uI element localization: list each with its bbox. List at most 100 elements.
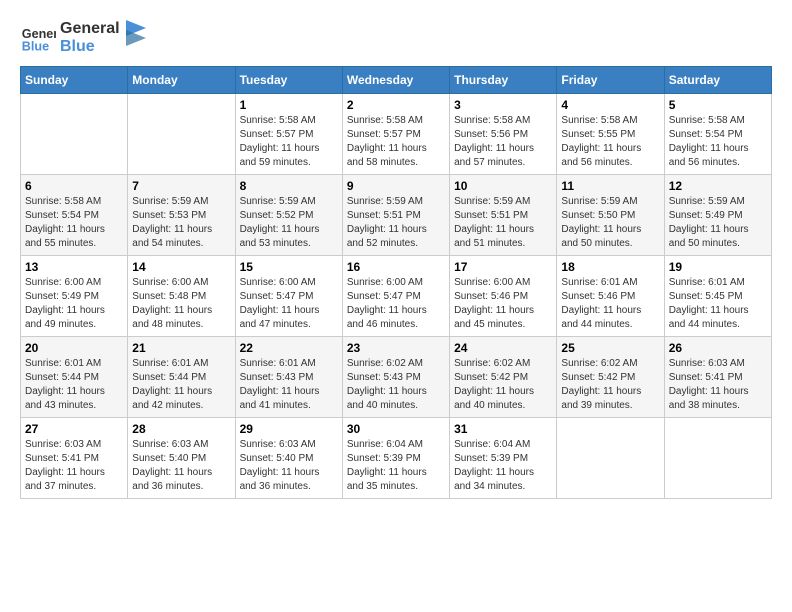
day-info: Sunrise: 6:01 AM Sunset: 5:43 PM Dayligh… — [240, 357, 338, 413]
day-info: Sunrise: 6:03 AM Sunset: 5:41 PM Dayligh… — [25, 438, 123, 494]
day-cell — [664, 418, 771, 499]
day-cell: 7 Sunrise: 5:59 AM Sunset: 5:53 PM Daylig… — [128, 175, 235, 256]
day-info: Sunrise: 5:59 AM Sunset: 5:50 PM Dayligh… — [561, 195, 659, 251]
day-info: Sunrise: 6:01 AM Sunset: 5:46 PM Dayligh… — [561, 276, 659, 332]
day-number: 31 — [454, 422, 552, 436]
day-info: Sunrise: 6:04 AM Sunset: 5:39 PM Dayligh… — [347, 438, 445, 494]
logo: General Blue General Blue — [20, 20, 146, 56]
weekday-header-tuesday: Tuesday — [235, 67, 342, 94]
day-number: 10 — [454, 179, 552, 193]
day-cell: 26Sunrise: 6:03 AM Sunset: 5:41 PM Dayli… — [664, 337, 771, 418]
day-number: 1 — [240, 98, 338, 112]
day-number: 30 — [347, 422, 445, 436]
day-cell: 18 Sunrise: 6:01 AM Sunset: 5:46 PM Dayli… — [557, 256, 664, 337]
week-row-3: 20Sunrise: 6:01 AM Sunset: 5:44 PM Dayli… — [21, 337, 772, 418]
day-number: 22 — [240, 341, 338, 355]
day-info: Sunrise: 5:59 AM Sunset: 5:52 PM Dayligh… — [240, 195, 338, 251]
day-info: Sunrise: 5:58 AM Sunset: 5:54 PM Dayligh… — [25, 195, 123, 251]
day-info: Sunrise: 6:00 AM Sunset: 5:46 PM Dayligh… — [454, 276, 552, 332]
weekday-header-row: SundayMondayTuesdayWednesdayThursdayFrid… — [21, 67, 772, 94]
weekday-header-saturday: Saturday — [664, 67, 771, 94]
day-cell: 20Sunrise: 6:01 AM Sunset: 5:44 PM Dayli… — [21, 337, 128, 418]
day-info: Sunrise: 6:00 AM Sunset: 5:47 PM Dayligh… — [240, 276, 338, 332]
day-number: 18 — [561, 260, 659, 274]
day-info: Sunrise: 6:01 AM Sunset: 5:44 PM Dayligh… — [25, 357, 123, 413]
day-cell: 11 Sunrise: 5:59 AM Sunset: 5:50 PM Dayli… — [557, 175, 664, 256]
day-number: 28 — [132, 422, 230, 436]
day-cell: 29 Sunrise: 6:03 AM Sunset: 5:40 PM Dayli… — [235, 418, 342, 499]
day-cell — [128, 94, 235, 175]
day-number: 7 — [132, 179, 230, 193]
day-number: 25 — [561, 341, 659, 355]
day-info: Sunrise: 6:00 AM Sunset: 5:47 PM Dayligh… — [347, 276, 445, 332]
day-cell — [557, 418, 664, 499]
day-info: Sunrise: 6:01 AM Sunset: 5:44 PM Dayligh… — [132, 357, 230, 413]
day-cell: 28 Sunrise: 6:03 AM Sunset: 5:40 PM Dayli… — [128, 418, 235, 499]
week-row-0: 1 Sunrise: 5:58 AM Sunset: 5:57 PM Daylig… — [21, 94, 772, 175]
week-row-2: 13Sunrise: 6:00 AM Sunset: 5:49 PM Dayli… — [21, 256, 772, 337]
weekday-header-monday: Monday — [128, 67, 235, 94]
day-number: 13 — [25, 260, 123, 274]
week-row-4: 27 Sunrise: 6:03 AM Sunset: 5:41 PM Dayli… — [21, 418, 772, 499]
day-number: 19 — [669, 260, 767, 274]
day-number: 23 — [347, 341, 445, 355]
calendar: SundayMondayTuesdayWednesdayThursdayFrid… — [20, 66, 772, 499]
day-number: 11 — [561, 179, 659, 193]
day-number: 29 — [240, 422, 338, 436]
day-info: Sunrise: 6:02 AM Sunset: 5:42 PM Dayligh… — [561, 357, 659, 413]
svg-text:Blue: Blue — [22, 40, 49, 54]
day-cell: 14Sunrise: 6:00 AM Sunset: 5:48 PM Dayli… — [128, 256, 235, 337]
day-cell: 30 Sunrise: 6:04 AM Sunset: 5:39 PM Dayli… — [342, 418, 449, 499]
day-number: 12 — [669, 179, 767, 193]
day-info: Sunrise: 6:03 AM Sunset: 5:41 PM Dayligh… — [669, 357, 767, 413]
day-cell: 25 Sunrise: 6:02 AM Sunset: 5:42 PM Dayli… — [557, 337, 664, 418]
day-cell: 4 Sunrise: 5:58 AM Sunset: 5:55 PM Daylig… — [557, 94, 664, 175]
logo-blue: Blue — [60, 38, 120, 56]
day-number: 21 — [132, 341, 230, 355]
day-cell: 2Sunrise: 5:58 AM Sunset: 5:57 PM Daylig… — [342, 94, 449, 175]
day-cell: 17Sunrise: 6:00 AM Sunset: 5:46 PM Dayli… — [450, 256, 557, 337]
day-cell: 16 Sunrise: 6:00 AM Sunset: 5:47 PM Dayli… — [342, 256, 449, 337]
day-info: Sunrise: 5:59 AM Sunset: 5:53 PM Dayligh… — [132, 195, 230, 251]
weekday-header-wednesday: Wednesday — [342, 67, 449, 94]
day-cell: 31 Sunrise: 6:04 AM Sunset: 5:39 PM Dayli… — [450, 418, 557, 499]
day-cell: 24Sunrise: 6:02 AM Sunset: 5:42 PM Dayli… — [450, 337, 557, 418]
day-info: Sunrise: 5:58 AM Sunset: 5:56 PM Dayligh… — [454, 114, 552, 170]
day-cell: 19 Sunrise: 6:01 AM Sunset: 5:45 PM Dayli… — [664, 256, 771, 337]
day-cell: 27 Sunrise: 6:03 AM Sunset: 5:41 PM Dayli… — [21, 418, 128, 499]
day-info: Sunrise: 6:04 AM Sunset: 5:39 PM Dayligh… — [454, 438, 552, 494]
day-number: 15 — [240, 260, 338, 274]
day-cell: 1 Sunrise: 5:58 AM Sunset: 5:57 PM Daylig… — [235, 94, 342, 175]
day-cell: 10Sunrise: 5:59 AM Sunset: 5:51 PM Dayli… — [450, 175, 557, 256]
day-number: 24 — [454, 341, 552, 355]
day-cell: 6Sunrise: 5:58 AM Sunset: 5:54 PM Daylig… — [21, 175, 128, 256]
day-info: Sunrise: 6:03 AM Sunset: 5:40 PM Dayligh… — [240, 438, 338, 494]
day-number: 8 — [240, 179, 338, 193]
header: General Blue General Blue — [20, 20, 772, 56]
day-info: Sunrise: 5:59 AM Sunset: 5:51 PM Dayligh… — [347, 195, 445, 251]
day-info: Sunrise: 6:00 AM Sunset: 5:48 PM Dayligh… — [132, 276, 230, 332]
day-cell: 22 Sunrise: 6:01 AM Sunset: 5:43 PM Dayli… — [235, 337, 342, 418]
day-number: 2 — [347, 98, 445, 112]
logo-flag-icon — [126, 20, 146, 48]
day-cell: 12 Sunrise: 5:59 AM Sunset: 5:49 PM Dayli… — [664, 175, 771, 256]
day-info: Sunrise: 6:03 AM Sunset: 5:40 PM Dayligh… — [132, 438, 230, 494]
week-row-1: 6Sunrise: 5:58 AM Sunset: 5:54 PM Daylig… — [21, 175, 772, 256]
day-info: Sunrise: 5:58 AM Sunset: 5:57 PM Dayligh… — [240, 114, 338, 170]
day-info: Sunrise: 5:59 AM Sunset: 5:49 PM Dayligh… — [669, 195, 767, 251]
day-cell: 15 Sunrise: 6:00 AM Sunset: 5:47 PM Dayli… — [235, 256, 342, 337]
day-cell: 23 Sunrise: 6:02 AM Sunset: 5:43 PM Dayli… — [342, 337, 449, 418]
day-cell: 3Sunrise: 5:58 AM Sunset: 5:56 PM Daylig… — [450, 94, 557, 175]
day-number: 16 — [347, 260, 445, 274]
day-cell: 8 Sunrise: 5:59 AM Sunset: 5:52 PM Daylig… — [235, 175, 342, 256]
day-info: Sunrise: 5:58 AM Sunset: 5:55 PM Dayligh… — [561, 114, 659, 170]
day-number: 27 — [25, 422, 123, 436]
day-number: 5 — [669, 98, 767, 112]
day-number: 9 — [347, 179, 445, 193]
day-cell — [21, 94, 128, 175]
weekday-header-friday: Friday — [557, 67, 664, 94]
day-info: Sunrise: 6:01 AM Sunset: 5:45 PM Dayligh… — [669, 276, 767, 332]
day-info: Sunrise: 5:58 AM Sunset: 5:54 PM Dayligh… — [669, 114, 767, 170]
day-number: 4 — [561, 98, 659, 112]
day-info: Sunrise: 6:02 AM Sunset: 5:43 PM Dayligh… — [347, 357, 445, 413]
